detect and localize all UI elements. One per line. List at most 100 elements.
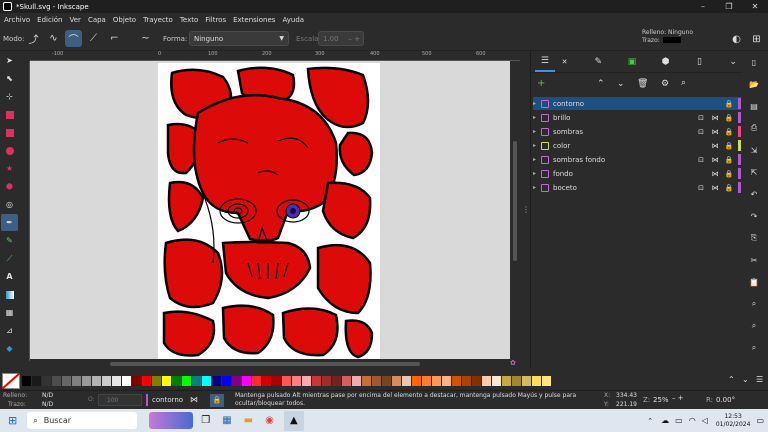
color-swatch[interactable] bbox=[32, 376, 41, 386]
snap-toggle-icon[interactable]: ◐ bbox=[728, 31, 745, 48]
star-tool-icon[interactable]: ★ bbox=[1, 160, 18, 177]
windows-start-icon[interactable]: ⊞ bbox=[8, 414, 17, 427]
color-swatch[interactable] bbox=[72, 376, 81, 386]
opacity-input[interactable]: 100 bbox=[98, 394, 142, 406]
visibility-icon[interactable]: ⋈ bbox=[708, 156, 722, 164]
expand-icon[interactable]: ▸ bbox=[533, 184, 541, 191]
tab-fill-stroke-icon[interactable]: ✎ bbox=[588, 52, 608, 72]
new-document-icon[interactable]: ▯ bbox=[742, 51, 766, 73]
lock-icon[interactable]: 🔒 bbox=[722, 170, 736, 178]
color-swatch[interactable] bbox=[542, 376, 551, 386]
mesh-tool-icon[interactable]: ▦ bbox=[1, 304, 18, 321]
color-swatch[interactable] bbox=[482, 376, 491, 386]
file-explorer-icon[interactable]: ▬ bbox=[244, 415, 253, 426]
zoom-value[interactable]: 25% bbox=[653, 396, 669, 404]
bspline-mode-icon[interactable]: ⌒ bbox=[65, 30, 82, 47]
spiro-mode-icon[interactable]: ∿ bbox=[45, 30, 62, 47]
cut-icon[interactable]: ✂ bbox=[742, 249, 766, 271]
menu-filtros[interactable]: Filtros bbox=[205, 16, 226, 24]
trazo-swatch[interactable] bbox=[663, 37, 681, 43]
color-swatch[interactable] bbox=[262, 376, 271, 386]
color-swatch[interactable] bbox=[442, 376, 451, 386]
inkscape-taskbar-icon[interactable]: ▲ bbox=[283, 410, 304, 431]
color-swatch[interactable] bbox=[272, 376, 281, 386]
rectangle-tool-icon[interactable] bbox=[1, 106, 18, 123]
redo-icon[interactable]: ↷ bbox=[742, 205, 766, 227]
color-swatch[interactable] bbox=[42, 376, 51, 386]
move-down-icon[interactable]: ⌄ bbox=[617, 79, 625, 89]
color-swatch[interactable] bbox=[432, 376, 441, 386]
spiral-tool-icon[interactable]: ◎ bbox=[1, 196, 18, 213]
menu-capa[interactable]: Capa bbox=[88, 16, 106, 24]
paint-bucket-tool-icon[interactable]: ◆ bbox=[1, 340, 18, 357]
battery-icon[interactable]: ▭ bbox=[675, 416, 683, 425]
layer-row[interactable]: ▸ sombras fondo ⊡ ⋈ 🔒 bbox=[533, 153, 741, 166]
color-swatch[interactable] bbox=[132, 376, 141, 386]
layer-row[interactable]: ▸ brillo ⊡ ⋈ 🔒 bbox=[533, 111, 741, 124]
zoom-selection-icon[interactable]: ⌕ bbox=[742, 293, 766, 315]
widgets-icon[interactable] bbox=[149, 412, 194, 429]
notification-icon[interactable]: ▭ bbox=[756, 416, 764, 425]
blend-icon[interactable]: ⊡ bbox=[694, 114, 708, 122]
color-swatch[interactable] bbox=[152, 376, 161, 386]
color-swatch[interactable] bbox=[312, 376, 321, 386]
network-cloud-icon[interactable]: ☁ bbox=[661, 416, 669, 425]
color-swatch[interactable] bbox=[122, 376, 131, 386]
close-tab-icon[interactable]: ✕ bbox=[555, 52, 575, 72]
menu-trayecto[interactable]: Trayecto bbox=[143, 16, 173, 24]
layer-row[interactable]: ▸ contorno 🔒 bbox=[533, 97, 741, 110]
menu-edicion[interactable]: Edición bbox=[37, 16, 62, 24]
visibility-icon[interactable]: ⋈ bbox=[708, 128, 722, 136]
tab-layers-icon[interactable]: ☰ bbox=[535, 52, 555, 72]
horizontal-ruler[interactable]: -100 0 100 200 300 400 500 600 bbox=[30, 51, 520, 61]
blend-icon[interactable]: ⊡ bbox=[694, 156, 708, 164]
palette-scroll-down-icon[interactable]: ⌄ bbox=[742, 375, 749, 384]
task-view-icon[interactable]: ❐ bbox=[201, 415, 210, 426]
rotation-value[interactable]: 0.00° bbox=[716, 396, 735, 404]
menu-ver[interactable]: Ver bbox=[70, 16, 81, 24]
visibility-icon[interactable]: ⋈ bbox=[708, 184, 722, 192]
tab-xml-icon[interactable]: ⬢ bbox=[656, 52, 676, 72]
color-swatch[interactable] bbox=[22, 376, 31, 386]
color-swatch[interactable] bbox=[362, 376, 371, 386]
expand-icon[interactable]: ▸ bbox=[533, 170, 541, 177]
color-swatch[interactable] bbox=[52, 376, 61, 386]
tray-chevron-icon[interactable]: ⌃ bbox=[647, 417, 653, 425]
canvas[interactable] bbox=[30, 61, 510, 359]
ellipse-tool-icon[interactable] bbox=[1, 142, 18, 159]
color-swatch[interactable] bbox=[472, 376, 481, 386]
visibility-icon[interactable]: ⋈ bbox=[708, 142, 722, 150]
color-swatch[interactable] bbox=[522, 376, 531, 386]
layer-lock-icon[interactable]: 🔒 bbox=[210, 394, 224, 407]
color-swatch[interactable] bbox=[462, 376, 471, 386]
expand-icon[interactable]: ▸ bbox=[533, 156, 541, 163]
menu-archivo[interactable]: Archivo bbox=[4, 16, 30, 24]
color-swatch[interactable] bbox=[182, 376, 191, 386]
panel-resize-handle-icon[interactable]: ⋮ bbox=[522, 205, 530, 214]
tab-export-icon[interactable]: ▣ bbox=[622, 52, 642, 72]
expand-icon[interactable]: ▸ bbox=[533, 142, 541, 149]
color-swatch[interactable] bbox=[422, 376, 431, 386]
layer-row[interactable]: ▸ boceto ⊡ ⋈ 🔒 bbox=[533, 181, 741, 194]
tab-document-icon[interactable]: ▯ bbox=[690, 52, 710, 72]
color-swatch[interactable] bbox=[142, 376, 151, 386]
color-swatch[interactable] bbox=[412, 376, 421, 386]
node-tool-icon[interactable]: ⬉ bbox=[1, 70, 18, 87]
forma-select[interactable]: Ninguno ▼ bbox=[189, 31, 289, 46]
color-swatch[interactable] bbox=[232, 376, 241, 386]
color-swatch[interactable] bbox=[502, 376, 511, 386]
color-swatch[interactable] bbox=[82, 376, 91, 386]
delete-layer-icon[interactable]: 🗑 bbox=[637, 79, 648, 89]
lock-icon[interactable]: 🔒 bbox=[722, 128, 736, 136]
palette-scroll-up-icon[interactable]: ⌃ bbox=[728, 375, 735, 384]
more-tabs-chevron-icon[interactable]: ⌄ bbox=[723, 52, 743, 72]
pen-tool-icon[interactable]: ✒ bbox=[1, 214, 18, 231]
expand-icon[interactable]: ▸ bbox=[533, 100, 541, 107]
selector-tool-icon[interactable]: ➤ bbox=[1, 52, 18, 69]
visibility-icon[interactable]: ⋈ bbox=[708, 170, 722, 178]
escala-input[interactable]: 1.00 – + bbox=[318, 31, 364, 46]
maximize-button[interactable]: ❐ bbox=[716, 2, 742, 11]
menu-ayuda[interactable]: Ayuda bbox=[282, 16, 304, 24]
menu-objeto[interactable]: Objeto bbox=[113, 16, 136, 24]
visibility-icon[interactable]: ⋈ bbox=[708, 114, 722, 122]
